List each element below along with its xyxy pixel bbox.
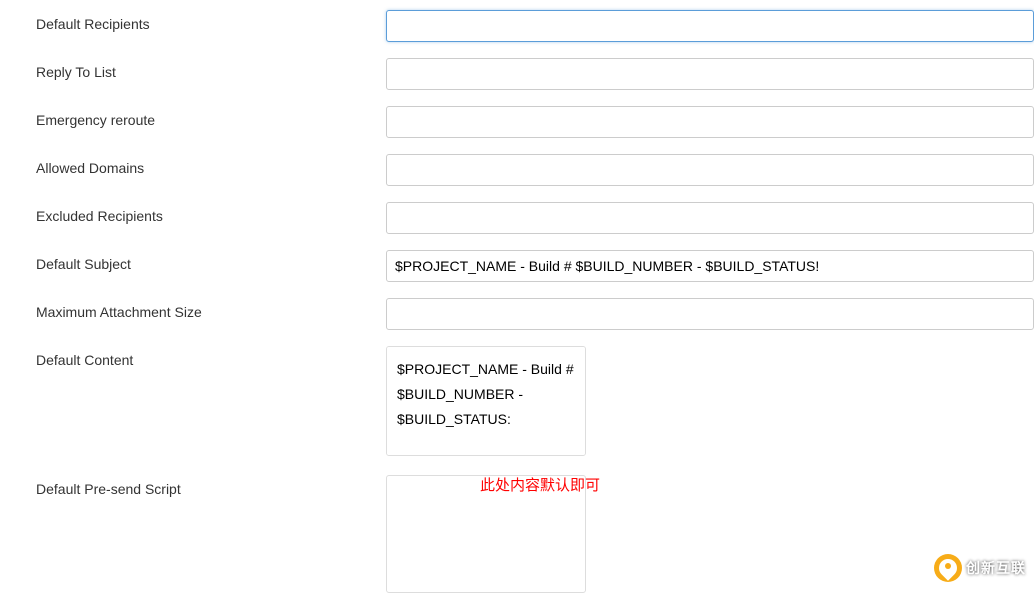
watermark-logo-icon: [934, 554, 962, 582]
row-default-recipients: Default Recipients: [36, 10, 1034, 42]
row-default-content: Default Content $PROJECT_NAME - Build # …: [36, 346, 1034, 459]
input-allowed-domains[interactable]: [386, 154, 1034, 186]
input-default-recipients[interactable]: [386, 10, 1034, 42]
label-default-presend-script: Default Pre-send Script: [36, 475, 386, 497]
row-max-attachment-size: Maximum Attachment Size: [36, 298, 1034, 330]
input-excluded-recipients[interactable]: [386, 202, 1034, 234]
row-emergency-reroute: Emergency reroute: [36, 106, 1034, 138]
label-reply-to-list: Reply To List: [36, 58, 386, 80]
label-excluded-recipients: Excluded Recipients: [36, 202, 386, 224]
input-reply-to-list[interactable]: [386, 58, 1034, 90]
row-reply-to-list: Reply To List: [36, 58, 1034, 90]
input-max-attachment-size[interactable]: [386, 298, 1034, 330]
watermark: 创新互联: [934, 554, 1026, 582]
textarea-default-presend-script[interactable]: [386, 475, 586, 593]
textarea-default-content[interactable]: $PROJECT_NAME - Build # $BUILD_NUMBER - …: [386, 346, 586, 456]
row-excluded-recipients: Excluded Recipients: [36, 202, 1034, 234]
watermark-text: 创新互联: [966, 558, 1026, 578]
row-default-presend-script: Default Pre-send Script: [36, 475, 1034, 596]
row-default-subject: Default Subject: [36, 250, 1034, 282]
email-config-form: Default Recipients Reply To List Emergen…: [0, 0, 1034, 596]
label-default-content: Default Content: [36, 346, 386, 368]
label-emergency-reroute: Emergency reroute: [36, 106, 386, 128]
row-allowed-domains: Allowed Domains: [36, 154, 1034, 186]
label-default-subject: Default Subject: [36, 250, 386, 272]
input-emergency-reroute[interactable]: [386, 106, 1034, 138]
label-max-attachment-size: Maximum Attachment Size: [36, 298, 386, 320]
input-default-subject[interactable]: [386, 250, 1034, 282]
label-default-recipients: Default Recipients: [36, 10, 386, 32]
label-allowed-domains: Allowed Domains: [36, 154, 386, 176]
